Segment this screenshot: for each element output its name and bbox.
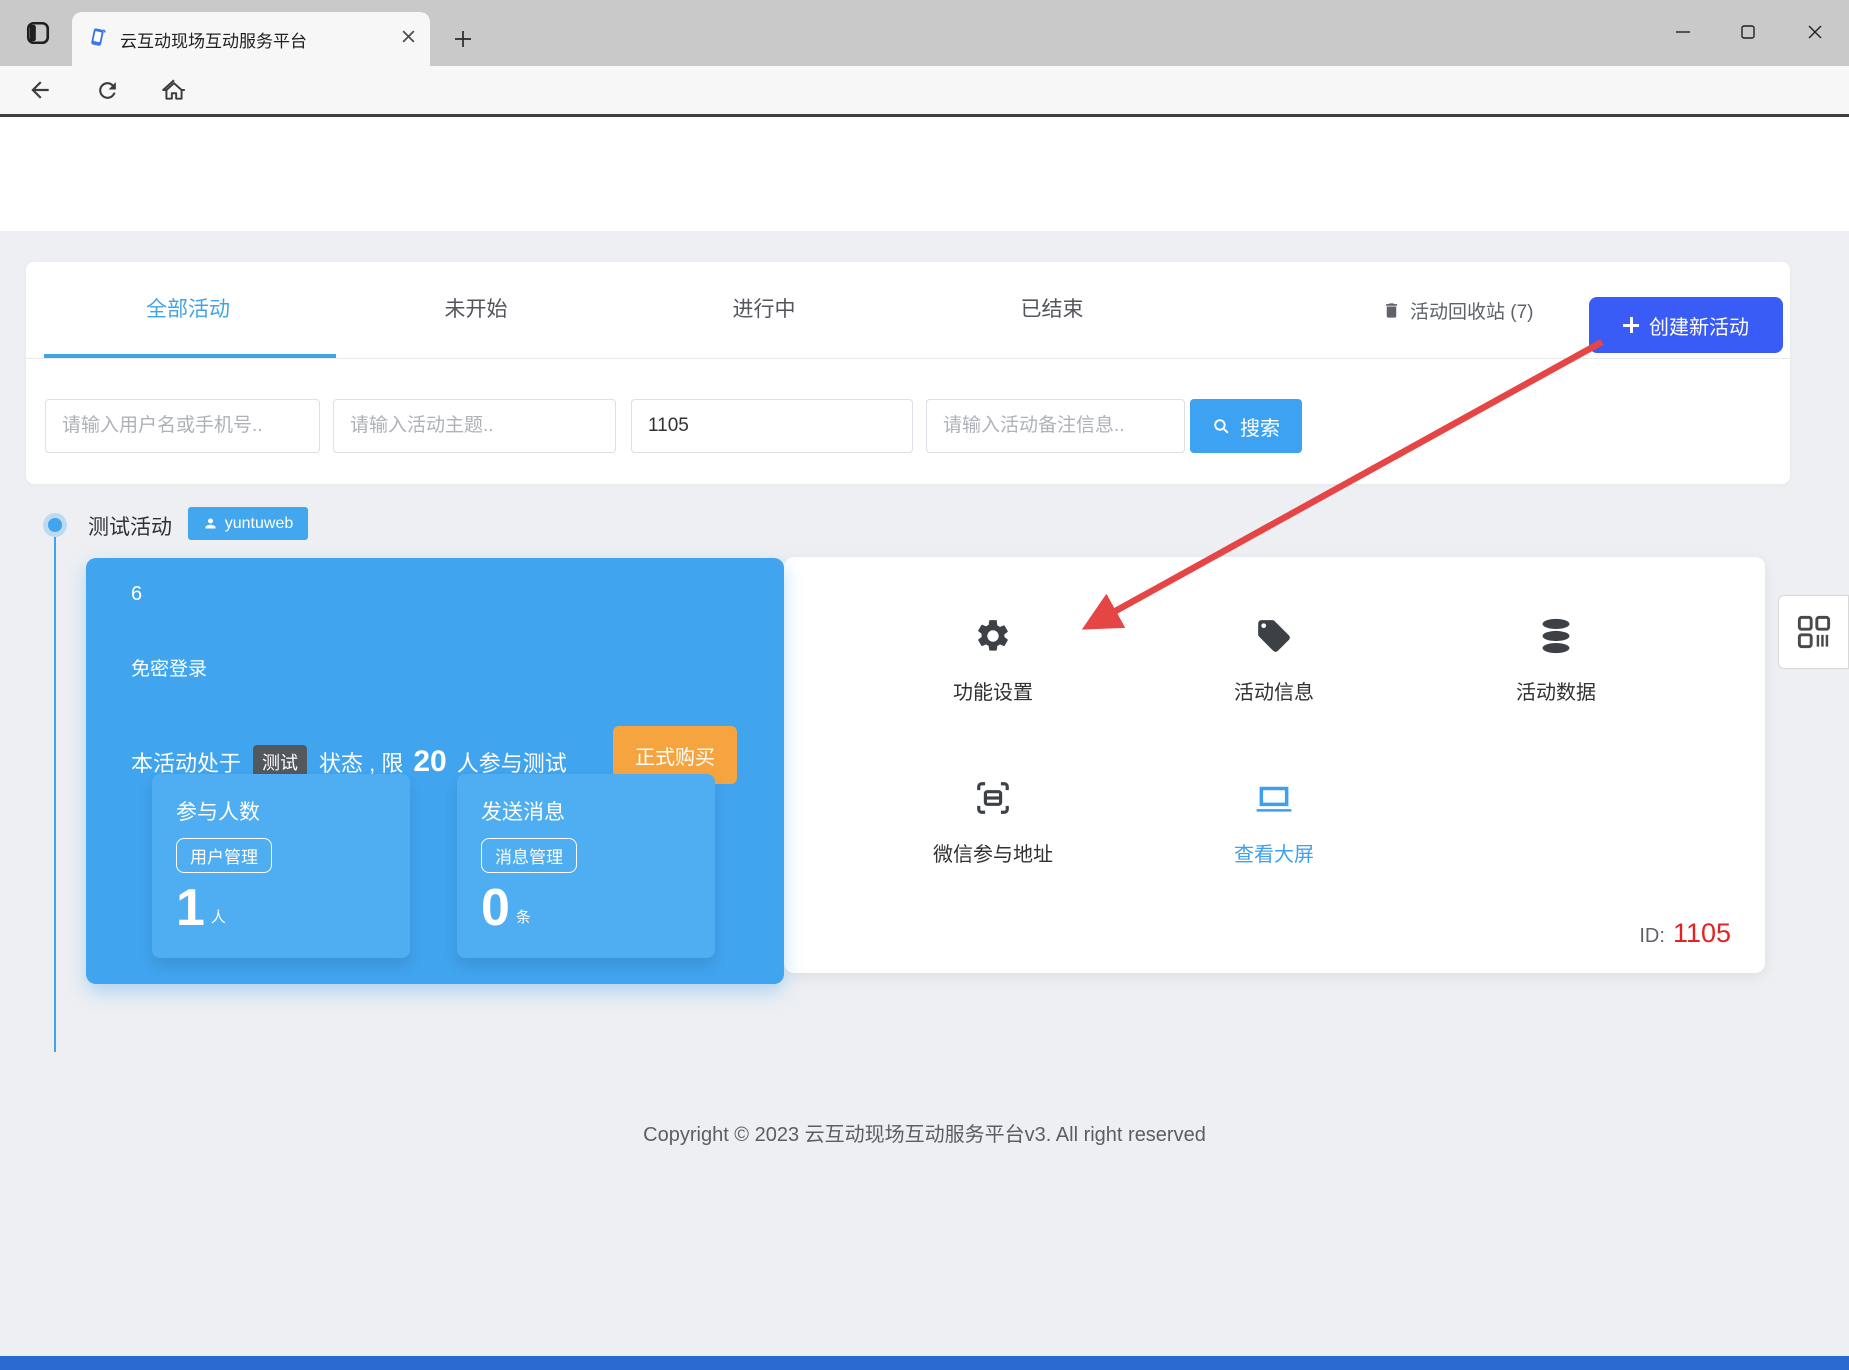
feature-wechat-join-address[interactable]: 微信参与地址: [883, 779, 1103, 867]
browser-tab[interactable]: 云互动现场互动服务平台: [72, 12, 430, 66]
tab-label: 全部活动: [146, 298, 230, 321]
stat-unit: 条: [515, 908, 531, 926]
gear-icon: [978, 620, 1008, 651]
stat-unit: 人: [210, 908, 226, 926]
grid-layout-icon: [1797, 615, 1830, 649]
owner-badge[interactable]: yuntuweb: [188, 507, 308, 540]
tabbar-border: [26, 358, 1790, 359]
layout-switcher-widget[interactable]: [1778, 595, 1849, 669]
stat-title: 参与人数: [176, 801, 260, 824]
database-icon: [1542, 618, 1570, 654]
stat-value: 1: [176, 879, 205, 937]
manage-users-button[interactable]: 用户管理: [176, 838, 272, 873]
person-icon: [205, 518, 216, 529]
site-favicon-icon: [86, 26, 108, 53]
note-filter-input[interactable]: [926, 399, 1185, 453]
search-button[interactable]: 搜索: [1190, 399, 1302, 453]
recycle-label: 活动回收站 (7): [1410, 301, 1534, 323]
maximize-button[interactable]: [1726, 10, 1770, 54]
browser-toolbar: 已增强安全性 https://hd.yunhudong.cn /myhd/ A …: [0, 66, 1849, 178]
feature-activity-data[interactable]: 活动数据: [1446, 617, 1666, 705]
stat-value: 0: [481, 879, 510, 937]
feature-label: 活动数据: [1516, 682, 1596, 704]
tab-label: 已结束: [1020, 298, 1084, 321]
activity-actions-panel: 功能设置 活动信息 活动数据 微信参与地址 查看大屏 ID: 1105: [784, 557, 1765, 973]
feature-label: 微信参与地址: [933, 844, 1053, 866]
close-window-button[interactable]: [1793, 10, 1837, 54]
tab-all-activities[interactable]: 全部活动: [44, 262, 332, 358]
feature-label: 查看大屏: [1234, 844, 1314, 866]
minimize-button[interactable]: [1661, 10, 1705, 54]
tab-in-progress[interactable]: 进行中: [620, 262, 908, 358]
feature-label: 活动信息: [1234, 682, 1314, 704]
test-limit: 20: [413, 745, 447, 778]
owner-name: yuntuweb: [224, 514, 294, 532]
activity-id-filter-input[interactable]: [631, 399, 913, 453]
site-header: 云互动 有疑问联系客服 帮助手册 申请发票 红包充值 我的活动 yuntuweb: [0, 117, 1849, 328]
recycle-bin-link[interactable]: 活动回收站 (7): [1382, 262, 1534, 358]
copyright-text: Copyright © 2023 云互动现场互动服务平台v3. All righ…: [643, 1124, 1206, 1146]
feature-view-big-screen[interactable]: 查看大屏: [1164, 779, 1384, 867]
workspaces-icon[interactable]: [20, 15, 56, 51]
activity-title: 测试活动: [88, 516, 172, 539]
topic-filter-input[interactable]: [333, 399, 616, 453]
tab-not-started[interactable]: 未开始: [332, 262, 620, 358]
back-button[interactable]: [25, 76, 55, 104]
feature-settings[interactable]: 功能设置: [883, 617, 1103, 705]
participants-stat-card: 参与人数 用户管理 1 人: [152, 774, 410, 958]
trash-icon: [1385, 302, 1398, 318]
activity-id-value: 1105: [1672, 918, 1731, 948]
refresh-button[interactable]: [92, 76, 122, 104]
tab-label: 进行中: [732, 298, 796, 321]
laptop-icon: [1256, 786, 1292, 812]
activity-serial: 6: [131, 583, 143, 605]
tab-label: 未开始: [444, 298, 508, 321]
home-button[interactable]: [159, 76, 189, 104]
messages-stat-card: 发送消息 消息管理 0 条: [457, 774, 715, 958]
browser-tab-strip: 云互动现场互动服务平台: [0, 0, 1849, 66]
create-activity-label: 创建新活动: [1649, 316, 1749, 339]
manage-messages-button[interactable]: 消息管理: [481, 838, 577, 873]
qr-scan-icon: [977, 782, 1009, 814]
activity-summary-card: 6 免密登录 本活动处于 测试 状态 , 限 20 人参与测试 正式购买 参与人…: [86, 558, 784, 984]
tab-ended[interactable]: 已结束: [908, 262, 1196, 358]
new-tab-button[interactable]: [446, 22, 480, 56]
feature-label: 功能设置: [953, 682, 1033, 704]
bottom-blue-bar: [0, 1356, 1849, 1370]
create-activity-button[interactable]: 创建新活动: [1589, 297, 1783, 353]
timeline-dot: [48, 518, 62, 532]
search-label: 搜索: [1240, 417, 1280, 440]
plus-icon: [1623, 317, 1639, 333]
tab-title: 云互动现场互动服务平台: [120, 31, 307, 51]
login-mode-label: 免密登录: [131, 659, 208, 680]
search-icon: [1214, 418, 1229, 434]
timeline-line: [54, 537, 56, 1052]
activities-panel: 全部活动 未开始 进行中 已结束 活动回收站 (7) 创建新活动 搜索: [26, 262, 1790, 484]
activity-id: ID: 1105: [1639, 918, 1731, 949]
tag-icon: [1258, 620, 1290, 652]
activity-id-label: ID:: [1639, 925, 1665, 947]
tab-close-icon[interactable]: [401, 29, 416, 49]
feature-activity-info[interactable]: 活动信息: [1164, 617, 1384, 705]
stat-title: 发送消息: [481, 801, 565, 824]
username-filter-input[interactable]: [45, 399, 320, 453]
